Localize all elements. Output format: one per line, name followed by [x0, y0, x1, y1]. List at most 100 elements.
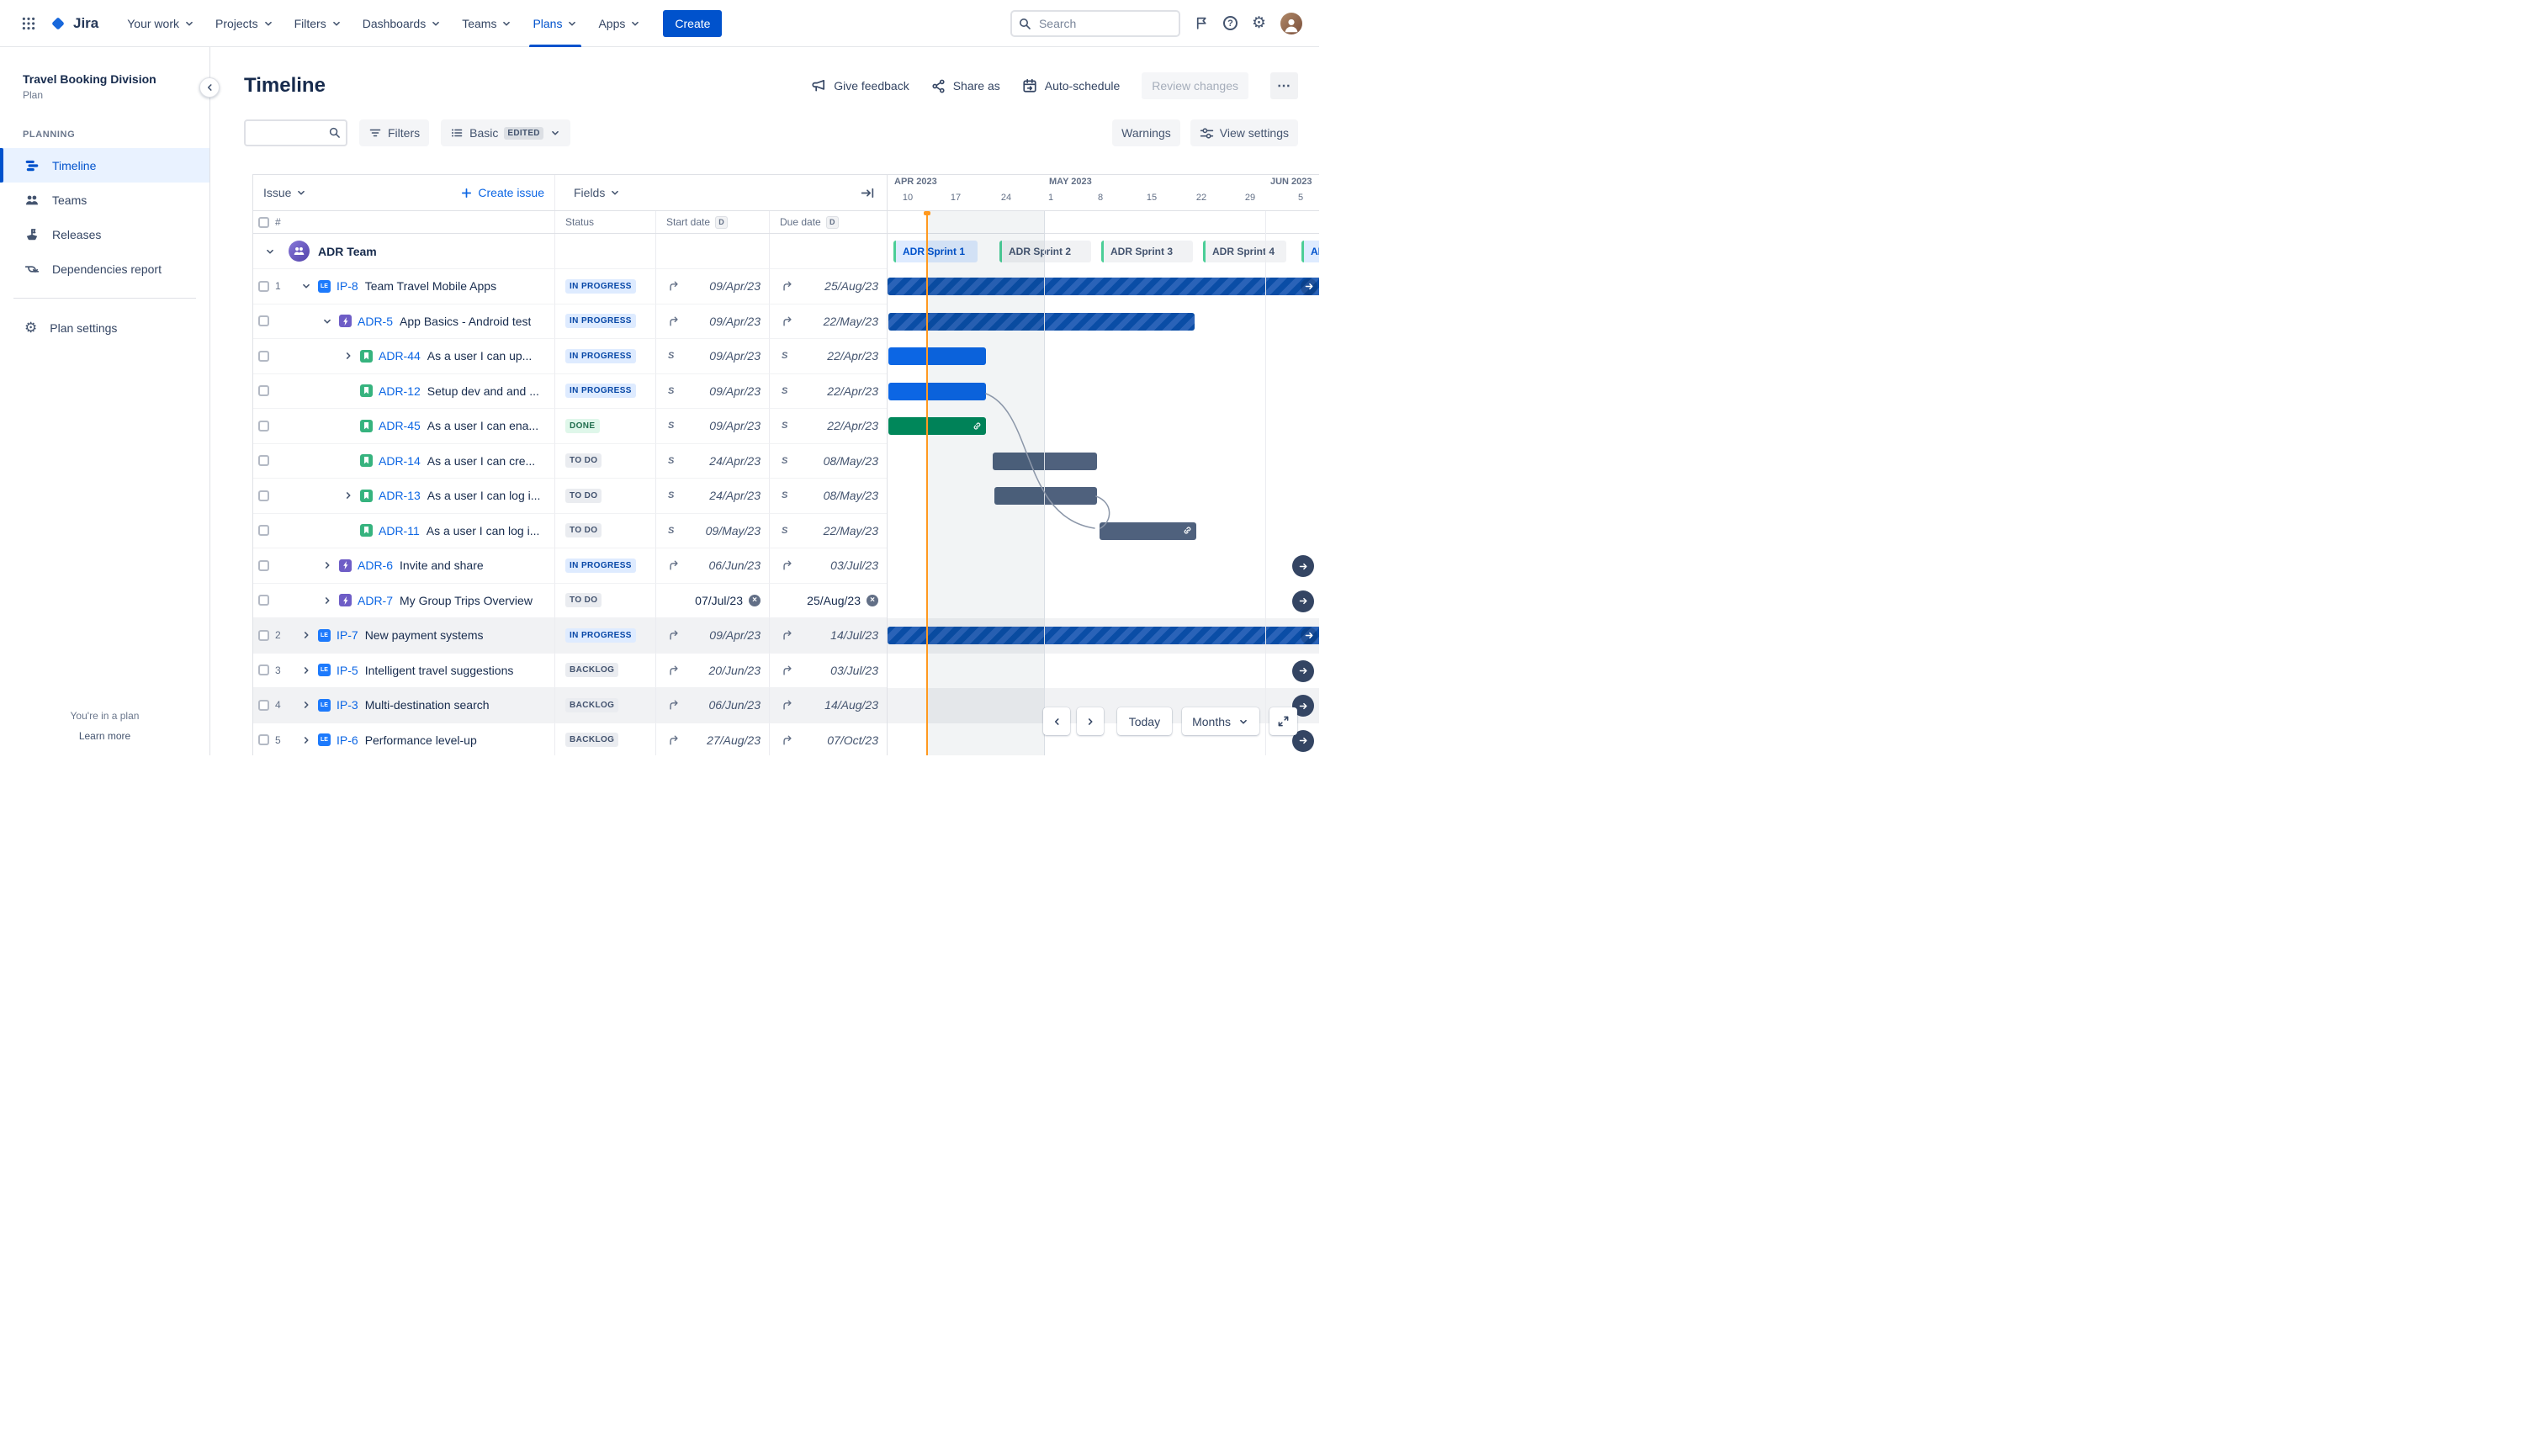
- give-feedback-button[interactable]: Give feedback: [811, 78, 909, 93]
- row-checkbox[interactable]: [258, 455, 269, 467]
- issue-key[interactable]: ADR-12: [379, 384, 421, 398]
- gantt-bar[interactable]: [888, 382, 986, 400]
- start-date-cell[interactable]: 06/Jun/23: [655, 688, 769, 723]
- sprint-chip[interactable]: ADR Sprint 3: [1101, 241, 1193, 262]
- fields-menu[interactable]: Fields: [574, 186, 621, 199]
- row-checkbox[interactable]: [258, 595, 269, 606]
- start-date-cell[interactable]: 27/Aug/23: [655, 723, 769, 755]
- issue-key[interactable]: ADR-11: [379, 524, 420, 537]
- auto-schedule-button[interactable]: Auto-schedule: [1022, 78, 1120, 93]
- status-lozenge[interactable]: TO DO: [565, 523, 602, 538]
- row-checkbox[interactable]: [258, 629, 269, 641]
- expand-chevron-icon[interactable]: [342, 349, 355, 363]
- jira-logo[interactable]: Jira: [49, 14, 98, 33]
- due-date-cell[interactable]: 22/May/23: [769, 304, 887, 339]
- issue-row-ip-5[interactable]: 3 LE IP-5 Intelligent travel suggestions BAC…: [253, 653, 1319, 688]
- nav-item-projects[interactable]: Projects: [205, 0, 284, 47]
- row-checkbox[interactable]: [258, 350, 269, 362]
- issue-row-adr-45[interactable]: ADR-45 As a user I can ena... DONE S 09/Apr/…: [253, 409, 1319, 444]
- app-switcher-button[interactable]: [17, 12, 40, 35]
- clear-date-icon[interactable]: ×: [867, 594, 878, 606]
- issue-key[interactable]: ADR-7: [358, 594, 393, 607]
- due-date-cell[interactable]: 03/Jul/23: [769, 653, 887, 688]
- collapse-fields-icon[interactable]: [861, 186, 875, 200]
- row-checkbox[interactable]: [258, 734, 269, 746]
- expand-chevron-icon[interactable]: [299, 698, 313, 712]
- collapse-sidebar-button[interactable]: [199, 77, 220, 98]
- more-options-button[interactable]: ⋯: [1270, 72, 1298, 99]
- row-checkbox[interactable]: [258, 420, 269, 432]
- gantt-bar[interactable]: [888, 347, 986, 365]
- due-date-cell[interactable]: S 08/May/23: [769, 479, 887, 514]
- sprint-chip[interactable]: ADR Sprint 1: [893, 241, 978, 262]
- sidebar-item-timeline[interactable]: Timeline: [0, 148, 209, 183]
- expand-chevron-icon[interactable]: [299, 664, 313, 677]
- start-date-cell[interactable]: 09/Apr/23: [655, 618, 769, 654]
- status-lozenge[interactable]: IN PROGRESS: [565, 627, 636, 643]
- issue-row-adr-5[interactable]: ADR-5 App Basics - Android test IN PROGRES…: [253, 304, 1319, 339]
- issue-key[interactable]: IP-7: [337, 628, 358, 642]
- nav-item-filters[interactable]: Filters: [284, 0, 352, 47]
- nav-item-dashboards[interactable]: Dashboards: [352, 0, 453, 47]
- row-checkbox[interactable]: [258, 559, 269, 571]
- gantt-bar[interactable]: [888, 627, 1319, 644]
- issue-row-adr-7[interactable]: ADR-7 My Group Trips Overview TO DO 07/Jul/…: [253, 583, 1319, 618]
- due-date-cell[interactable]: S 22/May/23: [769, 513, 887, 548]
- dependency-link-icon[interactable]: [972, 421, 983, 432]
- learn-more-link[interactable]: Learn more: [0, 730, 209, 742]
- select-all-checkbox[interactable]: [258, 216, 269, 228]
- status-lozenge[interactable]: BACKLOG: [565, 733, 619, 748]
- row-checkbox[interactable]: [258, 385, 269, 397]
- sidebar-item-releases[interactable]: Releases: [0, 217, 209, 251]
- offscreen-bar-indicator[interactable]: [1292, 659, 1314, 682]
- collapse-chevron-icon[interactable]: [321, 315, 334, 328]
- due-date-cell[interactable]: 25/Aug/23 ×: [769, 583, 887, 618]
- issue-key[interactable]: IP-5: [337, 664, 358, 677]
- gantt-bar[interactable]: [1100, 522, 1196, 540]
- due-date-cell[interactable]: 07/Oct/23: [769, 723, 887, 755]
- time-scale-dropdown[interactable]: Months: [1182, 707, 1259, 735]
- due-date-cell[interactable]: 03/Jul/23: [769, 548, 887, 584]
- user-avatar[interactable]: [1280, 12, 1302, 34]
- status-lozenge[interactable]: BACKLOG: [565, 697, 619, 712]
- issue-key[interactable]: ADR-44: [379, 349, 421, 363]
- start-date-cell[interactable]: 07/Jul/23 ×: [655, 583, 769, 618]
- status-lozenge[interactable]: TO DO: [565, 593, 602, 608]
- issue-key[interactable]: IP-6: [337, 733, 358, 747]
- create-button[interactable]: Create: [663, 9, 723, 37]
- start-date-cell[interactable]: 20/Jun/23: [655, 653, 769, 688]
- status-lozenge[interactable]: IN PROGRESS: [565, 558, 636, 573]
- due-date-cell[interactable]: S 08/May/23: [769, 443, 887, 479]
- start-date-cell[interactable]: S 09/Apr/23: [655, 339, 769, 374]
- expand-chevron-icon[interactable]: [321, 559, 334, 572]
- offscreen-bar-indicator[interactable]: [1292, 590, 1314, 612]
- start-date-cell[interactable]: 09/Apr/23: [655, 269, 769, 304]
- status-lozenge[interactable]: IN PROGRESS: [565, 348, 636, 363]
- row-checkbox[interactable]: [258, 315, 269, 327]
- sprint-chip[interactable]: ADR Sprint 4: [1203, 241, 1286, 262]
- scroll-right-button[interactable]: [1076, 707, 1104, 735]
- nav-item-teams[interactable]: Teams: [452, 0, 522, 47]
- issue-row-adr-13[interactable]: ADR-13 As a user I can log i... TO DO S 24/A…: [253, 479, 1319, 514]
- issue-key[interactable]: ADR-6: [358, 559, 393, 572]
- fullscreen-button[interactable]: [1269, 707, 1297, 735]
- nav-item-your-work[interactable]: Your work: [117, 0, 205, 47]
- start-date-cell[interactable]: S 09/Apr/23: [655, 373, 769, 409]
- collapse-group-chevron-icon[interactable]: [263, 245, 277, 258]
- view-settings-button[interactable]: View settings: [1190, 119, 1298, 146]
- status-lozenge[interactable]: DONE: [565, 418, 600, 433]
- status-lozenge[interactable]: IN PROGRESS: [565, 314, 636, 329]
- status-lozenge[interactable]: IN PROGRESS: [565, 384, 636, 399]
- status-lozenge[interactable]: BACKLOG: [565, 663, 619, 678]
- sidebar-item-dependencies-report[interactable]: Dependencies report: [0, 251, 209, 286]
- due-date-cell[interactable]: S 22/Apr/23: [769, 373, 887, 409]
- today-button[interactable]: Today: [1116, 707, 1173, 735]
- due-date-cell[interactable]: 14/Jul/23: [769, 618, 887, 654]
- issue-key[interactable]: IP-3: [337, 698, 358, 712]
- due-date-cell[interactable]: S 22/Apr/23: [769, 409, 887, 444]
- expand-chevron-icon[interactable]: [299, 628, 313, 642]
- sprint-chip[interactable]: ADR Sprint 2: [999, 241, 1091, 262]
- status-lozenge[interactable]: TO DO: [565, 488, 602, 503]
- gantt-bar[interactable]: [888, 417, 986, 435]
- warnings-button[interactable]: Warnings: [1112, 119, 1180, 146]
